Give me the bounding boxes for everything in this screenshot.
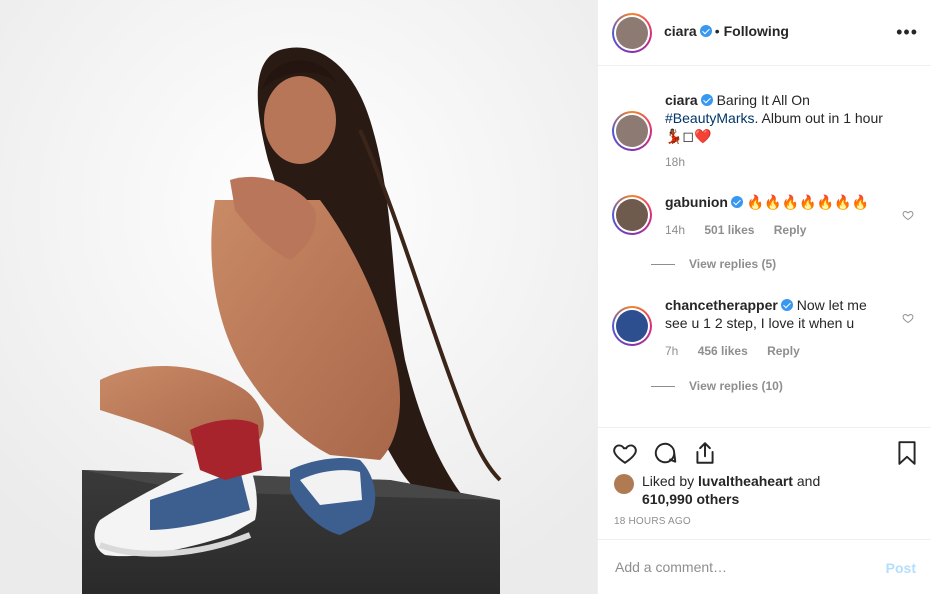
comment-input[interactable] (613, 558, 867, 576)
replies-divider (651, 386, 675, 388)
more-options-icon[interactable]: ••• (896, 22, 918, 43)
caption-hashtag[interactable]: #BeautyMarks (665, 110, 754, 126)
comment-meta: 7h 456 likes Reply (665, 342, 877, 360)
view-replies-button[interactable]: View replies (5) (651, 257, 776, 271)
likes-others[interactable]: 610,990 others (642, 491, 739, 507)
comment-username[interactable]: gabunion (665, 194, 728, 210)
view-replies-label: View replies (5) (689, 257, 777, 271)
separator-dot: • (714, 23, 720, 39)
comment-item: chancetherapper Now let me see u 1 2 ste… (612, 296, 918, 386)
comment-time[interactable]: 7h (665, 344, 678, 358)
verified-badge-icon (700, 94, 713, 106)
author-avatar[interactable] (612, 13, 652, 53)
post-image (0, 0, 597, 594)
author-username[interactable]: ciara (664, 23, 697, 39)
comment-time[interactable]: 14h (665, 223, 685, 237)
caption-meta: 18h (665, 153, 885, 171)
reply-button[interactable]: Reply (774, 223, 807, 237)
add-comment-bar: Post (598, 539, 931, 595)
like-heart-icon[interactable] (612, 440, 638, 466)
caption-text-start: Baring It All On (716, 92, 810, 108)
caption-time[interactable]: 18h (665, 155, 685, 169)
likes-prefix: Liked by (642, 473, 699, 489)
post-comment-button[interactable]: Post (886, 560, 916, 576)
reply-button[interactable]: Reply (767, 344, 800, 358)
post-photo[interactable] (0, 0, 597, 594)
caption-username[interactable]: ciara (665, 92, 698, 108)
post-timestamp[interactable]: 18 HOURS AGO (614, 516, 691, 527)
instagram-post-view: ciara • Following ••• ciara Baring It All … (0, 0, 931, 594)
verified-badge-icon (780, 299, 793, 311)
comment-text: 🔥🔥🔥🔥🔥🔥🔥 (746, 194, 869, 210)
liker-avatar[interactable] (614, 474, 634, 494)
post-side-panel: ciara • Following ••• ciara Baring It All … (597, 0, 931, 594)
comment-body: chancetherapper Now let me see u 1 2 ste… (665, 296, 877, 360)
verified-badge-icon (699, 25, 712, 37)
view-replies-label: View replies (10) (689, 379, 783, 393)
post-actions: Liked by luvaltheaheart and 610,990 othe… (598, 427, 931, 594)
following-button[interactable]: Following (724, 23, 789, 39)
liker-username[interactable]: luvaltheaheart (698, 473, 793, 489)
replies-divider (651, 264, 675, 266)
comments-list[interactable]: ciara Baring It All On #BeautyMarks. Alb… (598, 66, 931, 427)
caption-body: ciara Baring It All On #BeautyMarks. Alb… (665, 91, 885, 171)
share-icon[interactable] (692, 440, 718, 466)
author-line: ciara • Following (664, 23, 789, 41)
view-replies-button[interactable]: View replies (10) (651, 379, 783, 393)
likes-middle: and (792, 473, 821, 489)
comment-meta: 14h 501 likes Reply (665, 221, 877, 239)
comment-likes[interactable]: 456 likes (698, 344, 748, 358)
like-comment-heart-icon[interactable] (902, 312, 914, 324)
comment-avatar[interactable] (612, 306, 652, 346)
post-header: ciara • Following ••• (598, 0, 931, 66)
save-bookmark-icon[interactable] (894, 440, 920, 466)
verified-badge-icon (731, 196, 743, 208)
likes-summary: Liked by luvaltheaheart and 610,990 othe… (614, 472, 874, 508)
like-comment-heart-icon[interactable] (902, 209, 914, 221)
caption: ciara Baring It All On #BeautyMarks. Alb… (612, 91, 918, 181)
comment-username[interactable]: chancetherapper (665, 297, 778, 313)
comment-body: gabunion 🔥🔥🔥🔥🔥🔥🔥 14h 501 likes Reply (665, 193, 877, 239)
caption-avatar[interactable] (612, 111, 652, 151)
comment-bubble-icon[interactable] (652, 440, 678, 466)
comment-avatar[interactable] (612, 195, 652, 235)
comment-likes[interactable]: 501 likes (704, 223, 754, 237)
